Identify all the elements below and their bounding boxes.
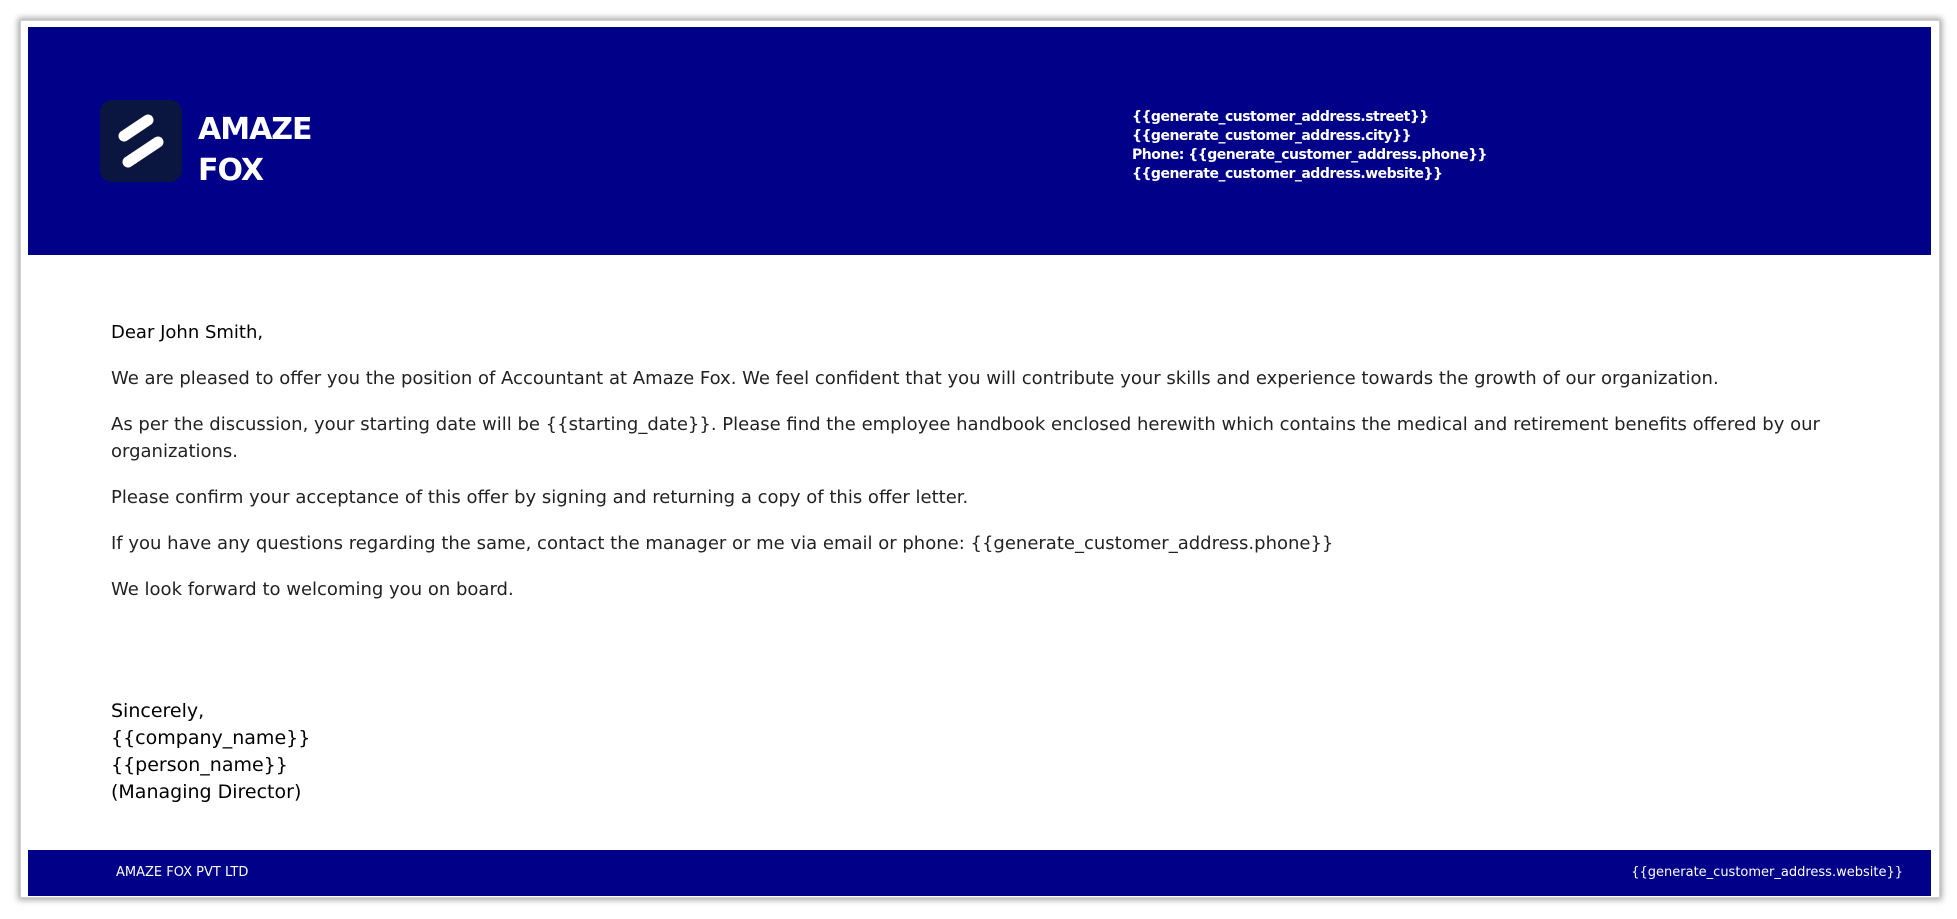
signature-person: {{person_name}} xyxy=(111,754,288,776)
letter-paragraph: If you have any questions regarding the … xyxy=(111,533,1334,554)
address-street: {{generate_customer_address.street}} xyxy=(1132,109,1429,125)
signature-closing: Sincerely, xyxy=(111,700,205,722)
footer-company-name: AMAZE FOX PVT LTD xyxy=(116,865,249,880)
letter-paragraph: Please confirm your acceptance of this o… xyxy=(111,487,969,508)
signature-role: (Managing Director) xyxy=(111,781,302,803)
company-brand-name: AMAZE FOX xyxy=(198,109,313,191)
company-address: {{generate_customer_address.street}} {{g… xyxy=(1132,108,1488,184)
letter-paragraph: As per the discussion, your starting dat… xyxy=(111,414,1820,462)
letter-signature: Sincerely, {{company_name}} {{person_nam… xyxy=(111,698,310,806)
letter-paragraph: We look forward to welcoming you on boar… xyxy=(111,579,514,600)
signature-company: {{company_name}} xyxy=(111,727,311,749)
address-phone: Phone: {{generate_customer_address.phone… xyxy=(1132,147,1488,163)
address-website: {{generate_customer_address.website}} xyxy=(1132,166,1443,182)
letter-header: AMAZE FOX {{generate_customer_address.st… xyxy=(28,27,1931,255)
letter-paragraph: We are pleased to offer you the position… xyxy=(111,368,1719,389)
letter-footer: AMAZE FOX PVT LTD {{generate_customer_ad… xyxy=(28,850,1931,896)
letter-body: Dear John Smith, We are pleased to offer… xyxy=(111,319,1871,622)
footer-website: {{generate_customer_address.website}} xyxy=(1631,865,1903,880)
brand-line-2: FOX xyxy=(198,153,264,188)
address-city: {{generate_customer_address.city}} xyxy=(1132,128,1412,144)
brand-line-1: AMAZE xyxy=(198,112,313,147)
logo-stripes-icon xyxy=(118,114,164,168)
company-logo xyxy=(100,100,182,182)
letter-salutation: Dear John Smith, xyxy=(111,322,264,343)
offer-letter-page: AMAZE FOX {{generate_customer_address.st… xyxy=(20,20,1940,898)
